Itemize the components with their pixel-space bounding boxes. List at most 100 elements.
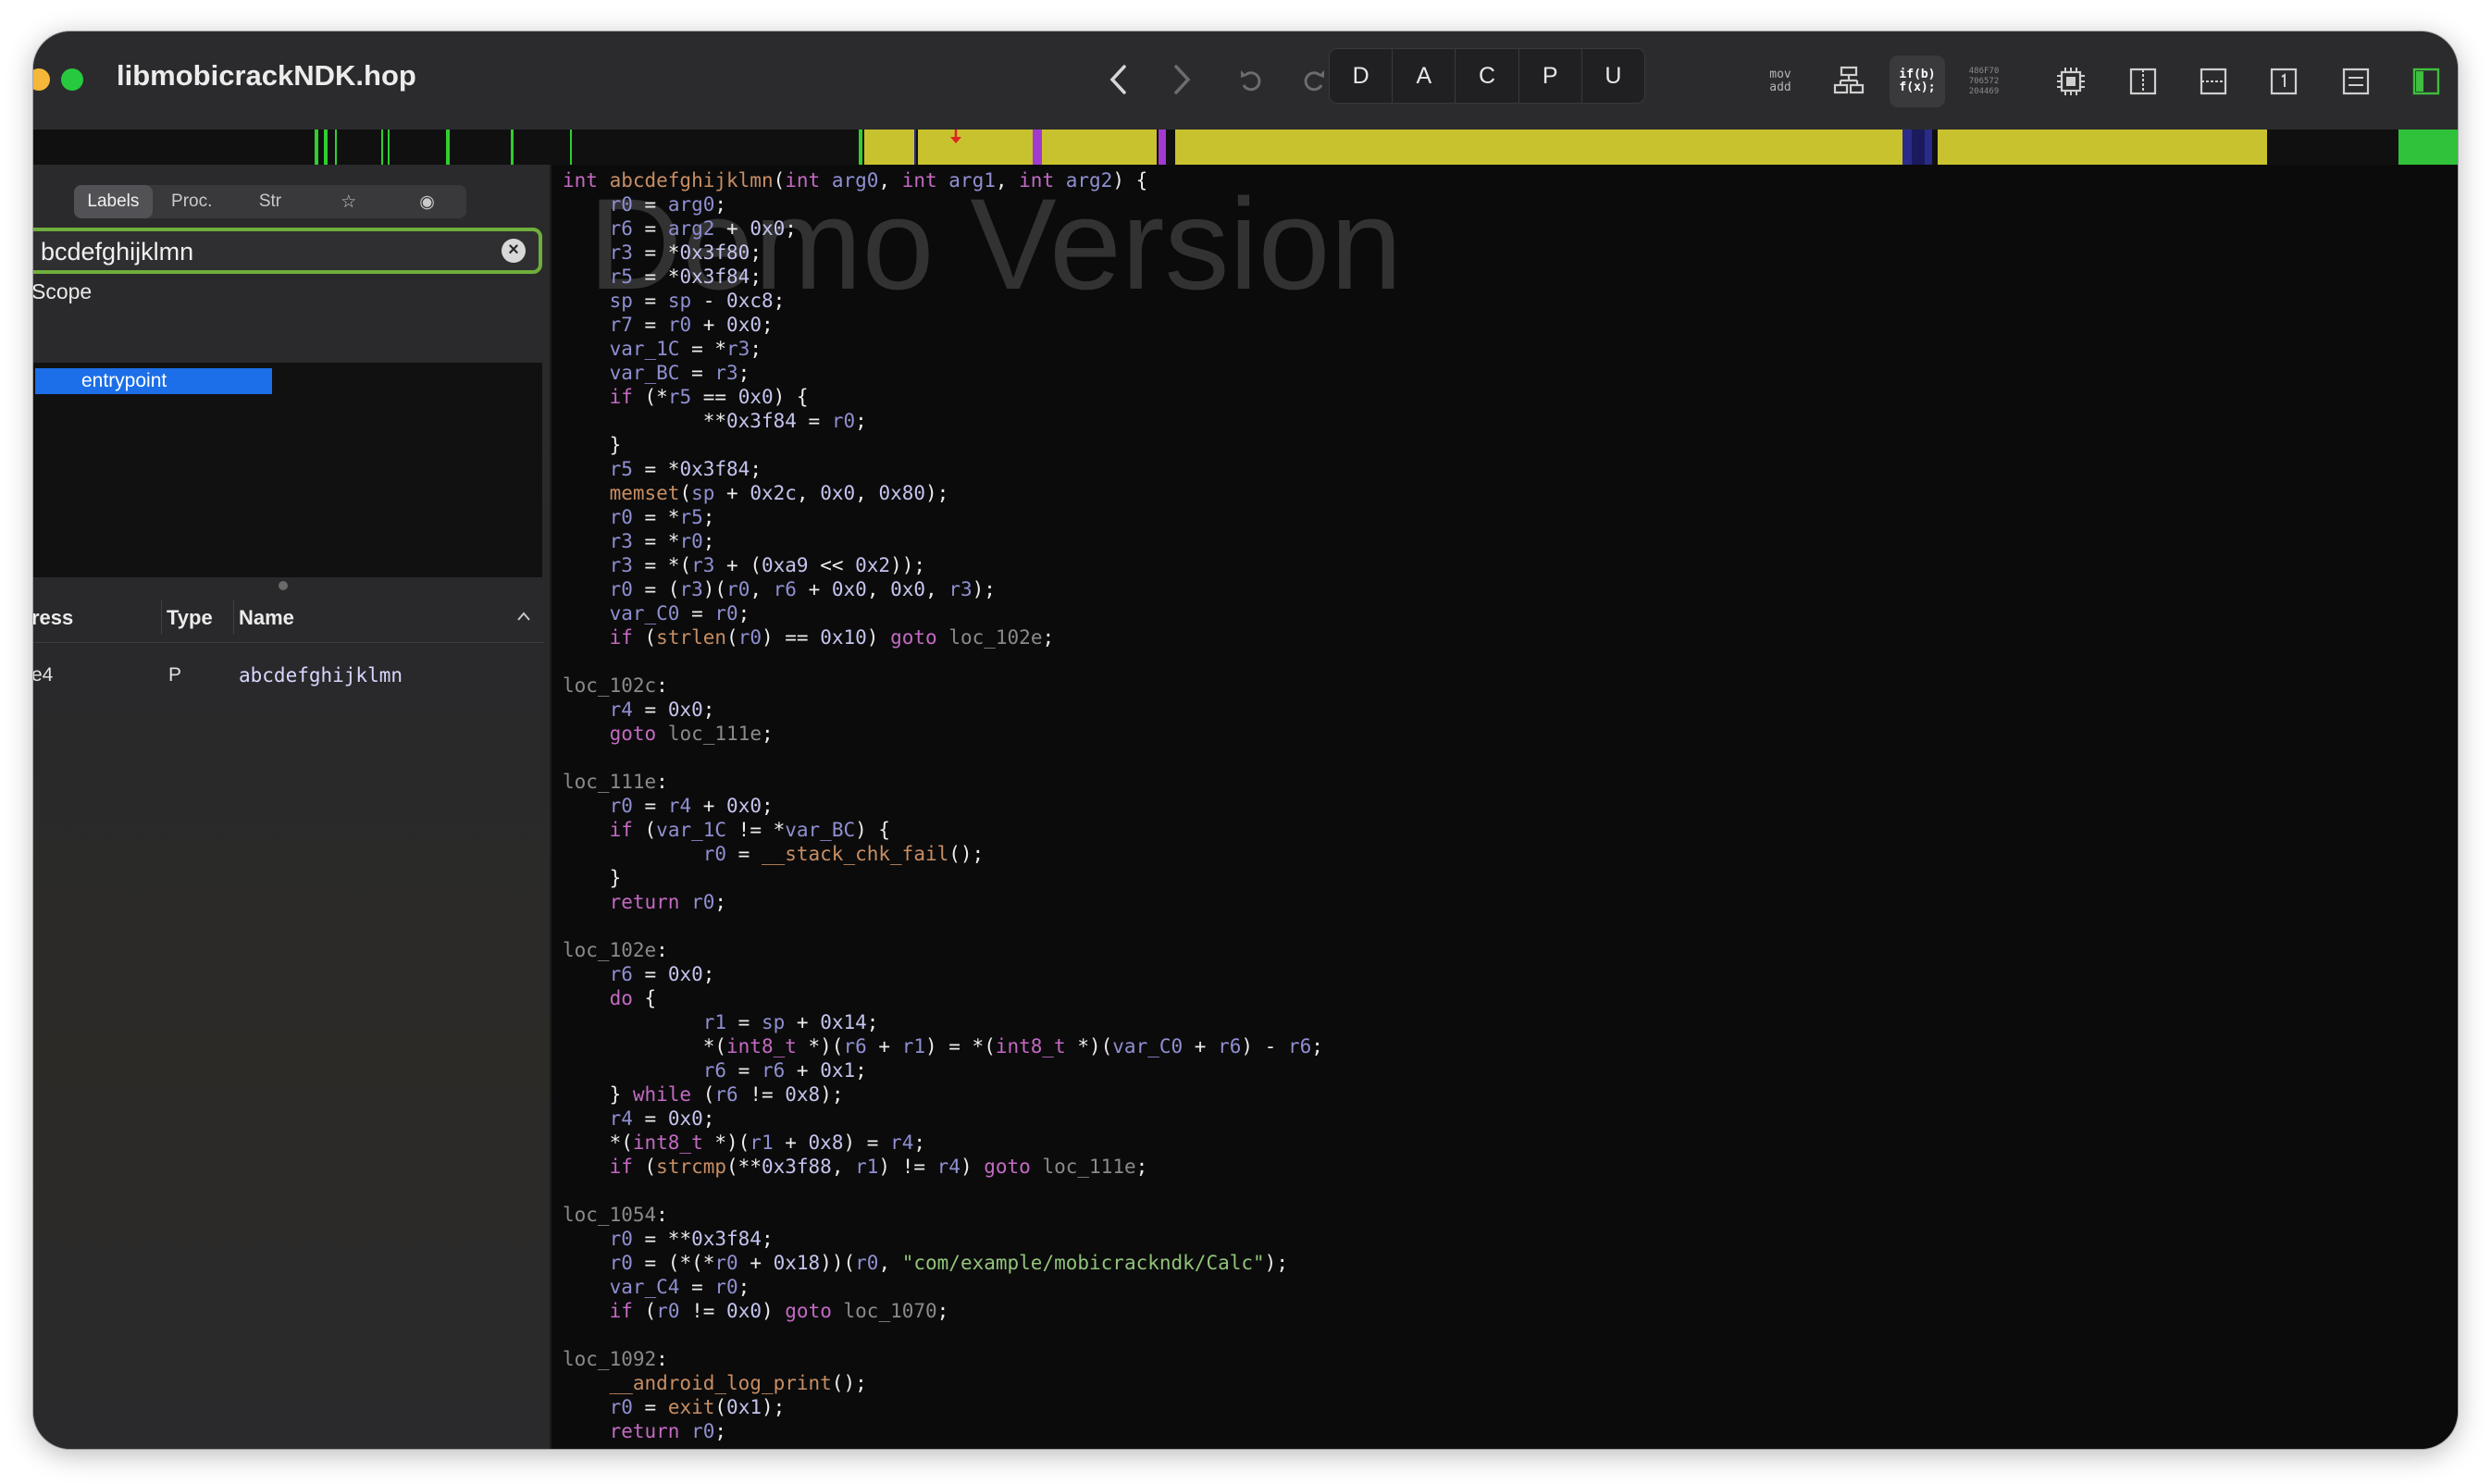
nav-code-segment [1175,130,1902,165]
code-line[interactable]: ​ [563,1179,1323,1203]
code-line[interactable]: ​ [563,649,1323,674]
minimize-window-button[interactable] [33,68,50,91]
code-line[interactable]: } [563,433,1323,457]
toggle-sidebar-button[interactable] [2398,56,2454,107]
code-line[interactable]: if (*r5 == 0x0) { [563,385,1323,409]
code-line[interactable]: r0 = exit(0x1); [563,1395,1323,1419]
code-line[interactable]: r0 = __stack_chk_fail(); [563,842,1323,866]
nav-marker [1902,130,1912,165]
mode-code-button[interactable]: C [1456,49,1519,103]
code-line[interactable]: ​ [563,914,1323,938]
pseudo-code-view[interactable]: Demo Version int abcdefghijklmn(int arg0… [551,165,2458,1449]
pseudo-code-icon: if(b) f(x); [1899,68,1935,94]
code-line[interactable]: r7 = r0 + 0x0; [563,313,1323,337]
column-header-name[interactable]: Name [239,606,294,630]
code-line[interactable]: do { [563,986,1323,1010]
code-line[interactable]: r0 = (r3)(r0, r6 + 0x0, 0x0, r3); [563,577,1323,601]
code-line[interactable]: r6 = arg2 + 0x0; [563,216,1323,241]
segment-navigation-bar[interactable] [33,130,2458,165]
code-line[interactable]: } [563,866,1323,890]
toggle-inspector-split-button[interactable] [2115,56,2171,107]
code-line[interactable]: var_C0 = r0; [563,601,1323,625]
nav-marker [914,130,916,165]
code-line[interactable]: loc_1054: [563,1203,1323,1227]
code-line[interactable]: r3 = *(r3 + (0xa9 << 0x2)); [563,553,1323,577]
code-line[interactable]: r3 = *0x3f80; [563,241,1323,265]
tab-labels[interactable]: Labels [74,185,153,218]
back-button[interactable] [1094,56,1142,104]
code-line[interactable]: r3 = *r0; [563,529,1323,553]
cfg-view-button[interactable] [1821,56,1877,107]
code-line[interactable]: **0x3f84 = r0; [563,409,1323,433]
undo-button[interactable] [1227,56,1275,104]
code-line[interactable]: r1 = sp + 0x14; [563,1010,1323,1034]
single-pane-button[interactable] [2256,56,2311,107]
code-line[interactable]: r4 = 0x0; [563,1107,1323,1131]
hex-view-button[interactable]: 486F70 706572 204469 [1956,56,2012,107]
nav-marker [1925,130,1932,165]
toggle-right-panel-button[interactable] [2328,56,2384,107]
tab-procedures[interactable]: Proc. [153,185,231,218]
scope-item-entrypoint[interactable]: entrypoint [35,368,272,394]
tab-bookmarks[interactable]: ☆ [309,185,388,218]
zoom-window-button[interactable] [61,68,83,91]
code-line[interactable]: int abcdefghijklmn(int arg0, int arg1, i… [563,168,1323,192]
code-line[interactable]: r6 = 0x0; [563,962,1323,986]
mode-ascii-button[interactable]: A [1393,49,1456,103]
tab-tags[interactable]: ◉ [388,185,466,218]
code-line[interactable]: if (r0 != 0x0) goto loc_1070; [563,1299,1323,1323]
column-header-type[interactable]: Type [167,606,213,630]
split-drag-handle[interactable] [279,581,288,590]
code-line[interactable]: r5 = *0x3f84; [563,457,1323,481]
code-line[interactable]: var_1C = *r3; [563,337,1323,361]
code-line[interactable]: r0 = r4 + 0x0; [563,794,1323,818]
table-row[interactable]: e4 P abcdefghijklmn [33,644,544,699]
column-divider [233,600,234,635]
code-line[interactable]: r0 = (*(*r0 + 0x18))(r0, "com/example/mo… [563,1251,1323,1275]
code-line[interactable]: goto loc_111e; [563,722,1323,746]
mode-undefined-button[interactable]: U [1582,49,1644,103]
code-line[interactable]: loc_111e: [563,770,1323,794]
mode-procedure-button[interactable]: P [1519,49,1582,103]
redo-icon [1304,70,1324,92]
code-line[interactable]: var_C4 = r0; [563,1275,1323,1299]
nav-marker [388,130,390,165]
code-line[interactable]: r4 = 0x0; [563,698,1323,722]
toggle-bottom-panel-button[interactable] [2186,56,2241,107]
pseudo-code-line-1: if(b) [1899,68,1936,81]
column-header-address[interactable]: ress [33,606,73,630]
code-line[interactable]: if (strcmp(**0x3f88, r1) != r4) goto loc… [563,1155,1323,1179]
hex-icon: 486F70 706572 204469 [1969,67,2000,97]
code-line[interactable]: ​ [563,1323,1323,1347]
code-line[interactable]: r0 = *r5; [563,505,1323,529]
code-line[interactable]: r6 = r6 + 0x1; [563,1058,1323,1082]
code-line[interactable]: memset(sp + 0x2c, 0x0, 0x80); [563,481,1323,505]
nav-procedure-marker [1159,130,1166,165]
code-line[interactable]: return r0; [563,890,1323,914]
code-line[interactable]: } while (r6 != 0x8); [563,1082,1323,1107]
code-line[interactable]: if (strlen(r0) == 0x10) goto loc_102e; [563,625,1323,649]
code-line[interactable]: *(int8_t *)(r6 + r1) = *(int8_t *)(var_C… [563,1034,1323,1058]
assembly-view-button[interactable]: mov add [1753,56,1808,107]
decompiled-code[interactable]: int abcdefghijklmn(int arg0, int arg1, i… [563,168,1323,1443]
code-line[interactable]: r0 = **0x3f84; [563,1227,1323,1251]
mode-data-button[interactable]: D [1330,49,1394,103]
code-line[interactable]: __android_log_print(); [563,1371,1323,1395]
code-line[interactable]: loc_102e: [563,938,1323,962]
code-line[interactable]: *(int8_t *)(r1 + 0x8) = r4; [563,1131,1323,1155]
code-line[interactable]: r5 = *0x3f84; [563,265,1323,289]
code-line[interactable]: return r0; [563,1419,1323,1443]
code-line[interactable]: ​ [563,746,1323,770]
code-line[interactable]: r0 = arg0; [563,192,1323,216]
code-line[interactable]: loc_1092: [563,1347,1323,1371]
tab-strings[interactable]: Str [231,185,310,218]
cpu-button[interactable] [2043,56,2099,107]
pseudo-code-view-button[interactable]: if(b) f(x); [1890,56,1945,107]
code-line[interactable]: sp = sp - 0xc8; [563,289,1323,313]
code-line[interactable]: var_BC = r3; [563,361,1323,385]
forward-button[interactable] [1159,56,1207,104]
clear-search-button[interactable]: × [502,239,526,263]
code-line[interactable]: loc_102c: [563,674,1323,698]
code-line[interactable]: if (var_1C != *var_BC) { [563,818,1323,842]
search-input[interactable] [39,235,487,268]
